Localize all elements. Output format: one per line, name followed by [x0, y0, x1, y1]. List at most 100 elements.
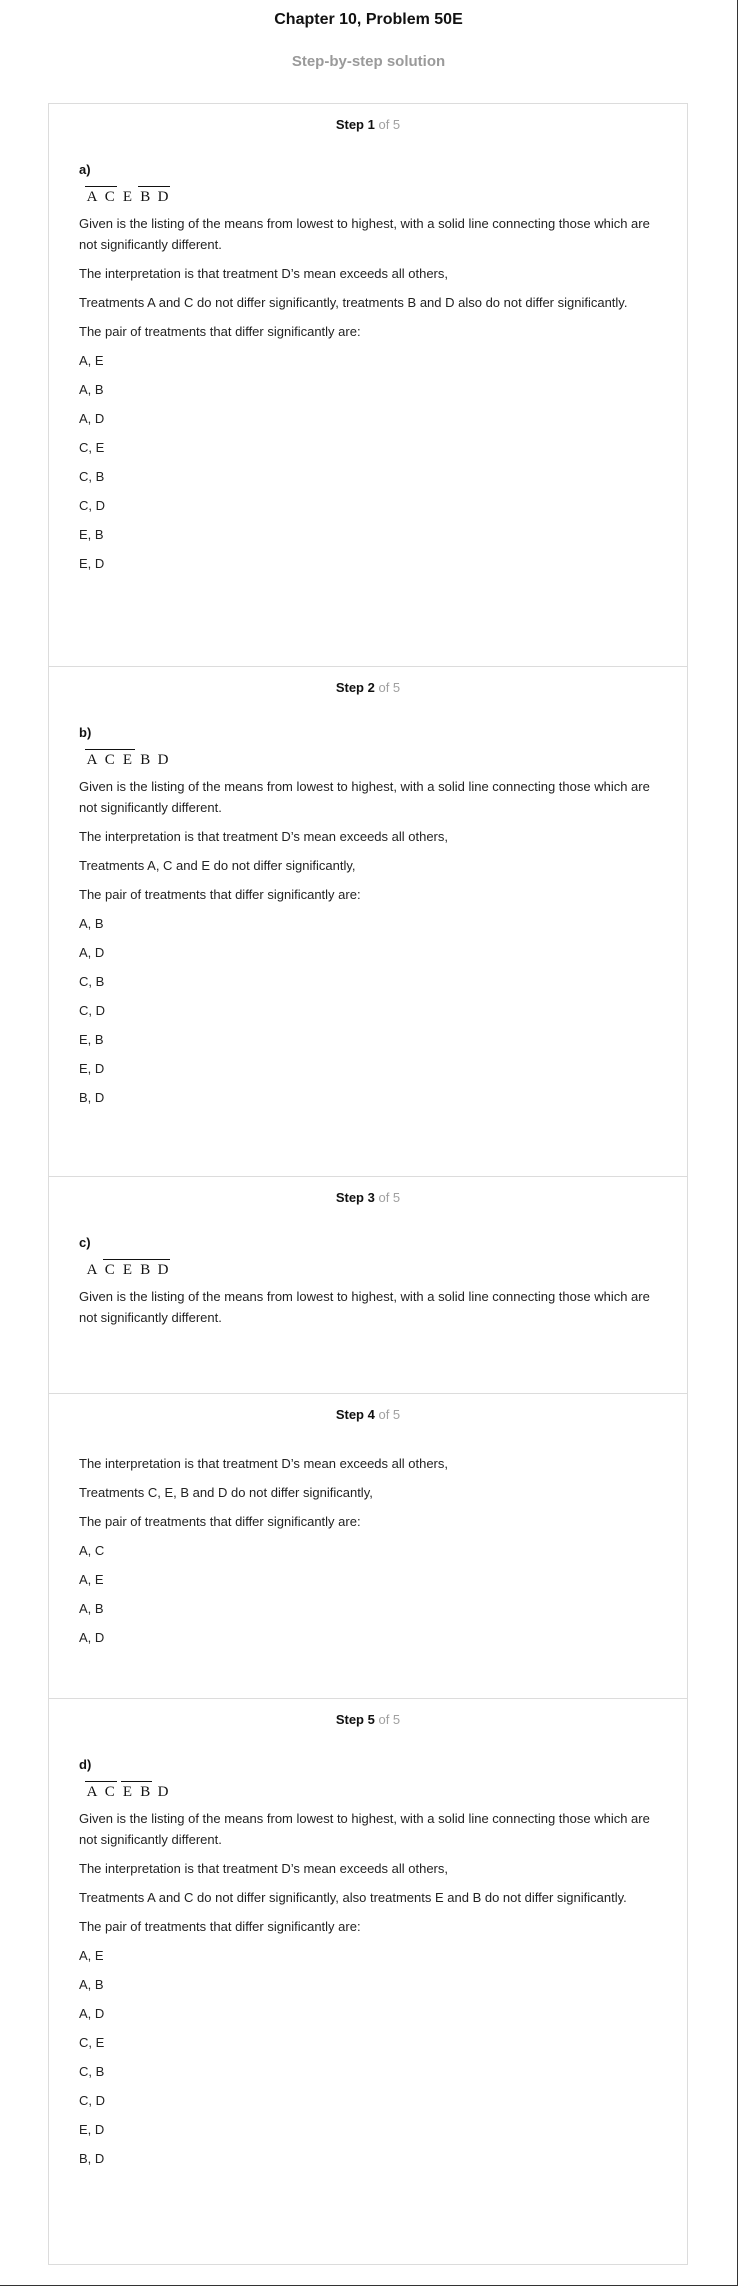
no-difference-line [121, 1781, 152, 1782]
explanation-text: The interpretation is that treatment D’s… [79, 1861, 449, 1876]
step-section-1: Step 1 of 5 a) A C E B D Given is the list… [49, 104, 687, 667]
treatment-pair: A, E [79, 1572, 104, 1587]
treatment-pair: C, D [79, 1003, 105, 1018]
means-ordering: A C E B D [85, 1781, 657, 1803]
solution-card: Step 1 of 5 a) A C E B D Given is the list… [48, 103, 688, 2265]
step-total: of 5 [378, 680, 401, 695]
treatment-mean: C [104, 752, 115, 768]
step-total: of 5 [378, 1190, 401, 1205]
step-label: Step 3 [335, 1190, 375, 1205]
treatment-pair: C, B [79, 974, 105, 989]
treatment-pair: A, B [79, 1977, 104, 1992]
step-total: of 5 [378, 117, 401, 132]
treatment-pair: A, B [79, 916, 104, 931]
treatment-mean: C [104, 1784, 115, 1800]
treatment-pair: A, C [79, 1543, 105, 1558]
explanation-text: The interpretation is that treatment D’s… [79, 829, 449, 844]
treatment-mean: B [140, 189, 151, 205]
explanation-text: Treatments A, C and E do not differ sign… [79, 858, 356, 873]
explanation-text: The interpretation is that treatment D’s… [79, 1456, 449, 1471]
treatment-pair: E, D [79, 1061, 105, 1076]
step-header: Step 2 of 5 [79, 667, 657, 700]
treatment-pair: A, E [79, 353, 104, 368]
no-difference-line [103, 1259, 170, 1260]
treatment-mean: A [86, 1784, 98, 1800]
page-header: Chapter 10, Problem 50E Step-by-step sol… [0, 0, 737, 70]
treatment-pair: A, D [79, 945, 105, 960]
part-label: a) [79, 162, 91, 177]
treatment-mean: D [157, 752, 169, 768]
treatment-pair: C, E [79, 440, 105, 455]
treatment-pair: E, D [79, 556, 105, 571]
part-label: b) [79, 725, 92, 740]
step-section-5: Step 5 of 5 d) A C E B D Given is the list… [49, 1699, 687, 2264]
means-ordering: A C E B D [85, 1259, 657, 1281]
no-difference-line [85, 749, 135, 750]
step-total: of 5 [378, 1712, 401, 1727]
treatment-mean: E [122, 1262, 133, 1278]
page-subtitle: Step-by-step solution [291, 53, 446, 70]
explanation-text: The pair of treatments that differ signi… [79, 1919, 361, 1934]
no-difference-line [85, 1781, 117, 1782]
explanation-text: The pair of treatments that differ signi… [79, 887, 361, 902]
explanation-text: Treatments A and C do not differ signifi… [79, 1890, 627, 1905]
treatment-mean: A [86, 189, 98, 205]
step-label: Step 4 [335, 1407, 375, 1422]
step-header: Step 5 of 5 [79, 1699, 657, 1732]
treatment-mean: D [157, 1262, 169, 1278]
treatment-pair: B, D [79, 2151, 105, 2166]
no-difference-line [85, 186, 117, 187]
treatment-pair: A, B [79, 382, 104, 397]
part-label: d) [79, 1757, 92, 1772]
treatment-mean: D [157, 189, 169, 205]
treatment-mean: A [86, 752, 98, 768]
treatment-pair: B, D [79, 1090, 105, 1105]
step-header: Step 3 of 5 [79, 1177, 657, 1210]
step-label: Step 5 [335, 1712, 375, 1727]
step-header: Step 4 of 5 [79, 1394, 657, 1427]
treatment-pair: A, D [79, 2006, 105, 2021]
explanation-text: Treatments A and C do not differ signifi… [79, 295, 628, 310]
step-label: Step 2 [335, 680, 375, 695]
treatment-pair: E, B [79, 1032, 104, 1047]
explanation-text: The interpretation is that treatment D’s… [79, 266, 449, 281]
treatment-pair: A, D [79, 1630, 105, 1645]
treatment-mean: B [140, 752, 151, 768]
treatment-mean: E [122, 752, 133, 768]
explanation-text: Given is the listing of the means from l… [79, 779, 650, 815]
treatment-pair: A, B [79, 1601, 104, 1616]
explanation-text: Given is the listing of the means from l… [79, 216, 650, 252]
treatment-pair: C, D [79, 498, 105, 513]
part-label: c) [79, 1235, 91, 1250]
treatment-mean: C [104, 1262, 115, 1278]
step-total: of 5 [378, 1407, 401, 1422]
step-section-2: Step 2 of 5 b) A C E B D Given is the list… [49, 667, 687, 1177]
treatment-pair: C, D [79, 2093, 105, 2108]
treatment-pair: C, E [79, 2035, 105, 2050]
no-difference-line [138, 186, 170, 187]
step-label: Step 1 [335, 117, 375, 132]
treatment-mean: A [86, 1262, 98, 1278]
treatment-mean: D [157, 1784, 169, 1800]
step-section-4: Step 4 of 5 The interpretation is that tr… [49, 1394, 687, 1699]
treatment-pair: A, D [79, 411, 105, 426]
explanation-text: Treatments C, E, B and D do not differ s… [79, 1485, 373, 1500]
treatment-pair: C, B [79, 469, 105, 484]
step-header: Step 1 of 5 [79, 104, 657, 137]
means-ordering: A C E B D [85, 749, 657, 771]
treatment-mean: C [104, 189, 115, 205]
explanation-text: Given is the listing of the means from l… [79, 1811, 650, 1847]
treatment-pair: E, B [79, 527, 104, 542]
explanation-text: The pair of treatments that differ signi… [79, 324, 361, 339]
treatment-mean: E [122, 1784, 133, 1800]
means-ordering: A C E B D [85, 186, 657, 208]
treatment-pair: E, D [79, 2122, 105, 2137]
treatment-mean: E [122, 189, 133, 205]
explanation-text: Given is the listing of the means from l… [79, 1289, 650, 1325]
page-title: Chapter 10, Problem 50E [274, 11, 463, 28]
treatment-mean: B [140, 1784, 151, 1800]
treatment-pair: A, E [79, 1948, 104, 1963]
explanation-text: The pair of treatments that differ signi… [79, 1514, 361, 1529]
treatment-mean: B [140, 1262, 151, 1278]
step-section-3: Step 3 of 5 c) A C E B D Given is the list… [49, 1177, 687, 1394]
